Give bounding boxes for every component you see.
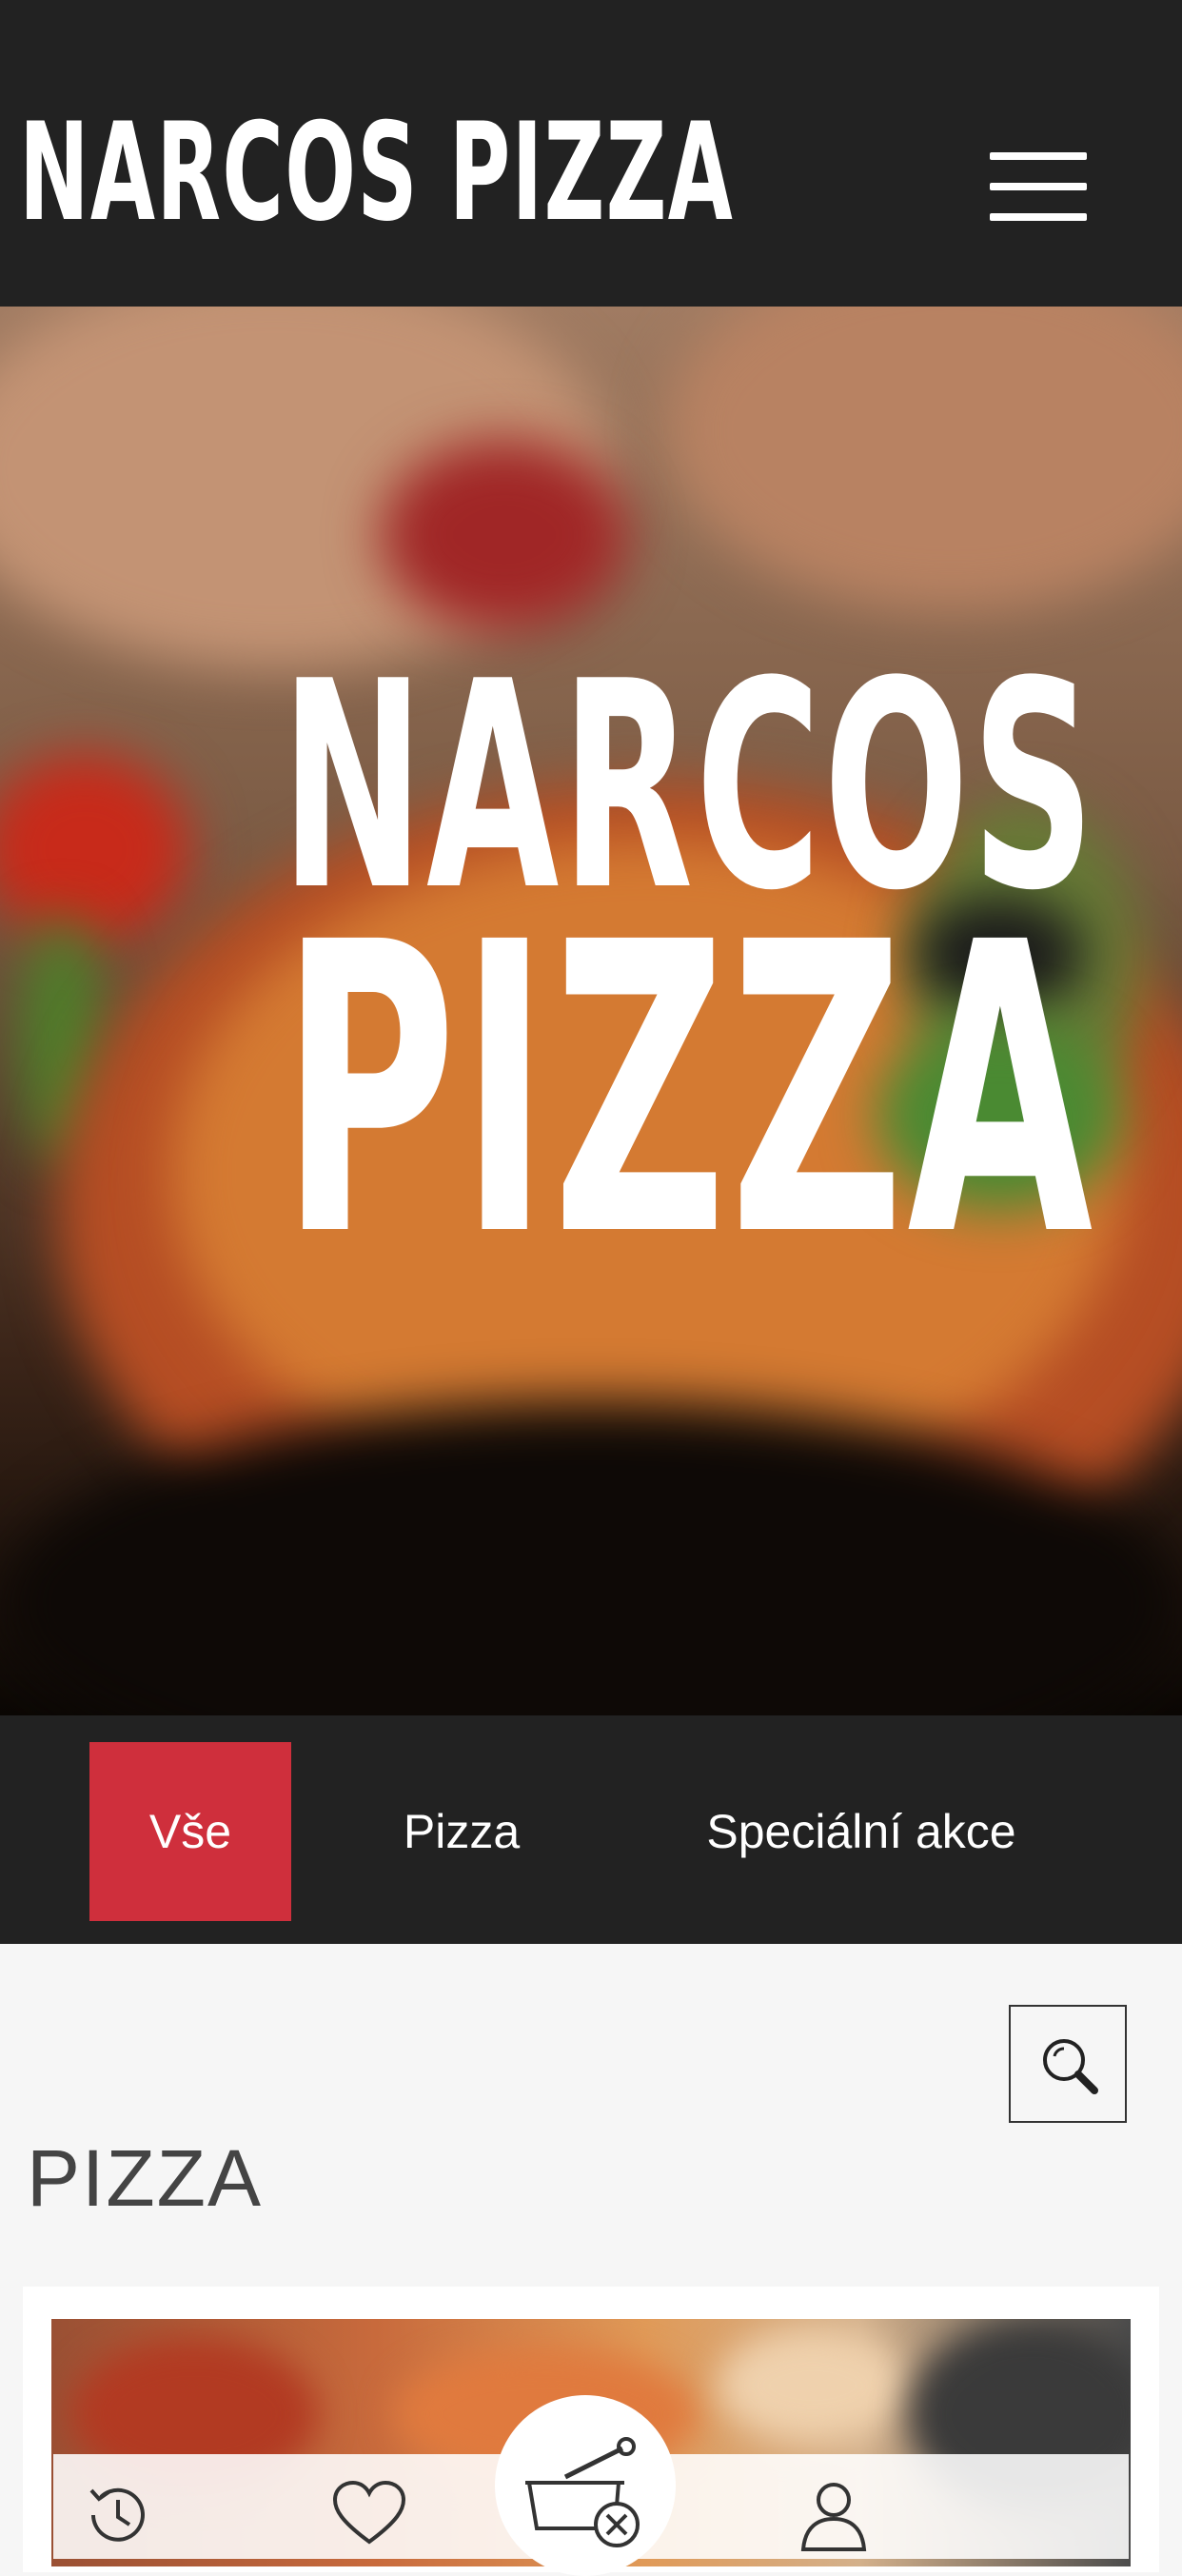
tab-specialni-akce[interactable]: Speciální akce <box>666 1742 1056 1921</box>
hero-banner: NARCOS PIZZA <box>0 307 1182 1715</box>
profile-icon[interactable] <box>796 2477 872 2553</box>
cart-button[interactable] <box>495 2395 676 2576</box>
cart-icon <box>525 2437 640 2547</box>
hero-line-2: PIZZA <box>281 892 1093 1292</box>
heart-icon[interactable] <box>331 2479 407 2547</box>
category-tabs: Vše Pizza Speciální akce <box>0 1715 1182 1944</box>
hero-logo: NARCOS PIZZA <box>281 644 1094 1292</box>
hamburger-menu-icon[interactable] <box>990 152 1087 221</box>
history-icon[interactable] <box>80 2477 156 2553</box>
logo-text[interactable]: NARCOS PIZZA <box>19 106 734 241</box>
tab-pizza[interactable]: Pizza <box>381 1742 542 1921</box>
search-icon <box>1043 2039 1098 2094</box>
app-header: NARCOS PIZZA <box>0 0 1182 307</box>
tab-vse[interactable]: Vše <box>89 1742 291 1921</box>
section-title: PIZZA <box>27 2133 264 2223</box>
search-button[interactable] <box>1009 2005 1127 2123</box>
